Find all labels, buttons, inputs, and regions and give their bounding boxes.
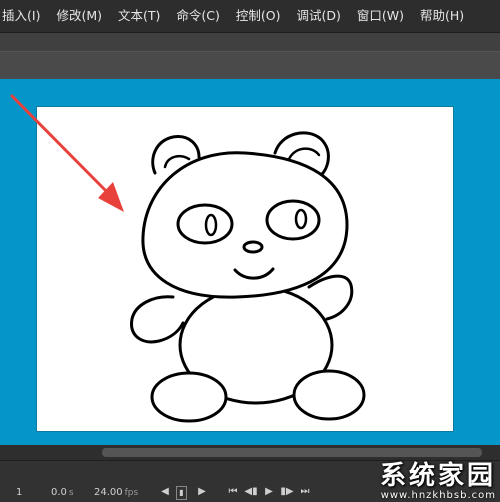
elapsed-time: 0.0 s: [51, 487, 74, 498]
frame-rate[interactable]: 24.00 fps: [94, 487, 138, 498]
scroll-left-icon[interactable]: ◀: [158, 485, 172, 499]
watermark-title: 系统家园: [379, 461, 496, 491]
last-frame-icon[interactable]: ⏭: [298, 485, 312, 499]
annotation-arrow: [10, 94, 124, 212]
elapsed-time-value: 0.0: [51, 487, 67, 498]
watermark: 系统家园 www.hnzkhbsb.com: [380, 455, 496, 501]
frame-rate-value: 24.00: [94, 487, 123, 498]
current-frame: 1: [16, 487, 23, 498]
first-frame-icon[interactable]: ⏮: [226, 485, 240, 499]
step-back-icon[interactable]: ◀▮: [244, 485, 258, 499]
center-frame-icon[interactable]: ▮: [176, 486, 187, 500]
step-forward-icon[interactable]: ▮▶: [280, 485, 294, 499]
watermark-url: www.hnzkhbsb.com: [380, 490, 496, 501]
play-icon[interactable]: ▶: [262, 485, 276, 499]
frame-rate-unit: fps: [124, 488, 139, 498]
elapsed-time-unit: s: [68, 488, 74, 498]
scroll-right-icon[interactable]: ▶: [195, 485, 209, 499]
